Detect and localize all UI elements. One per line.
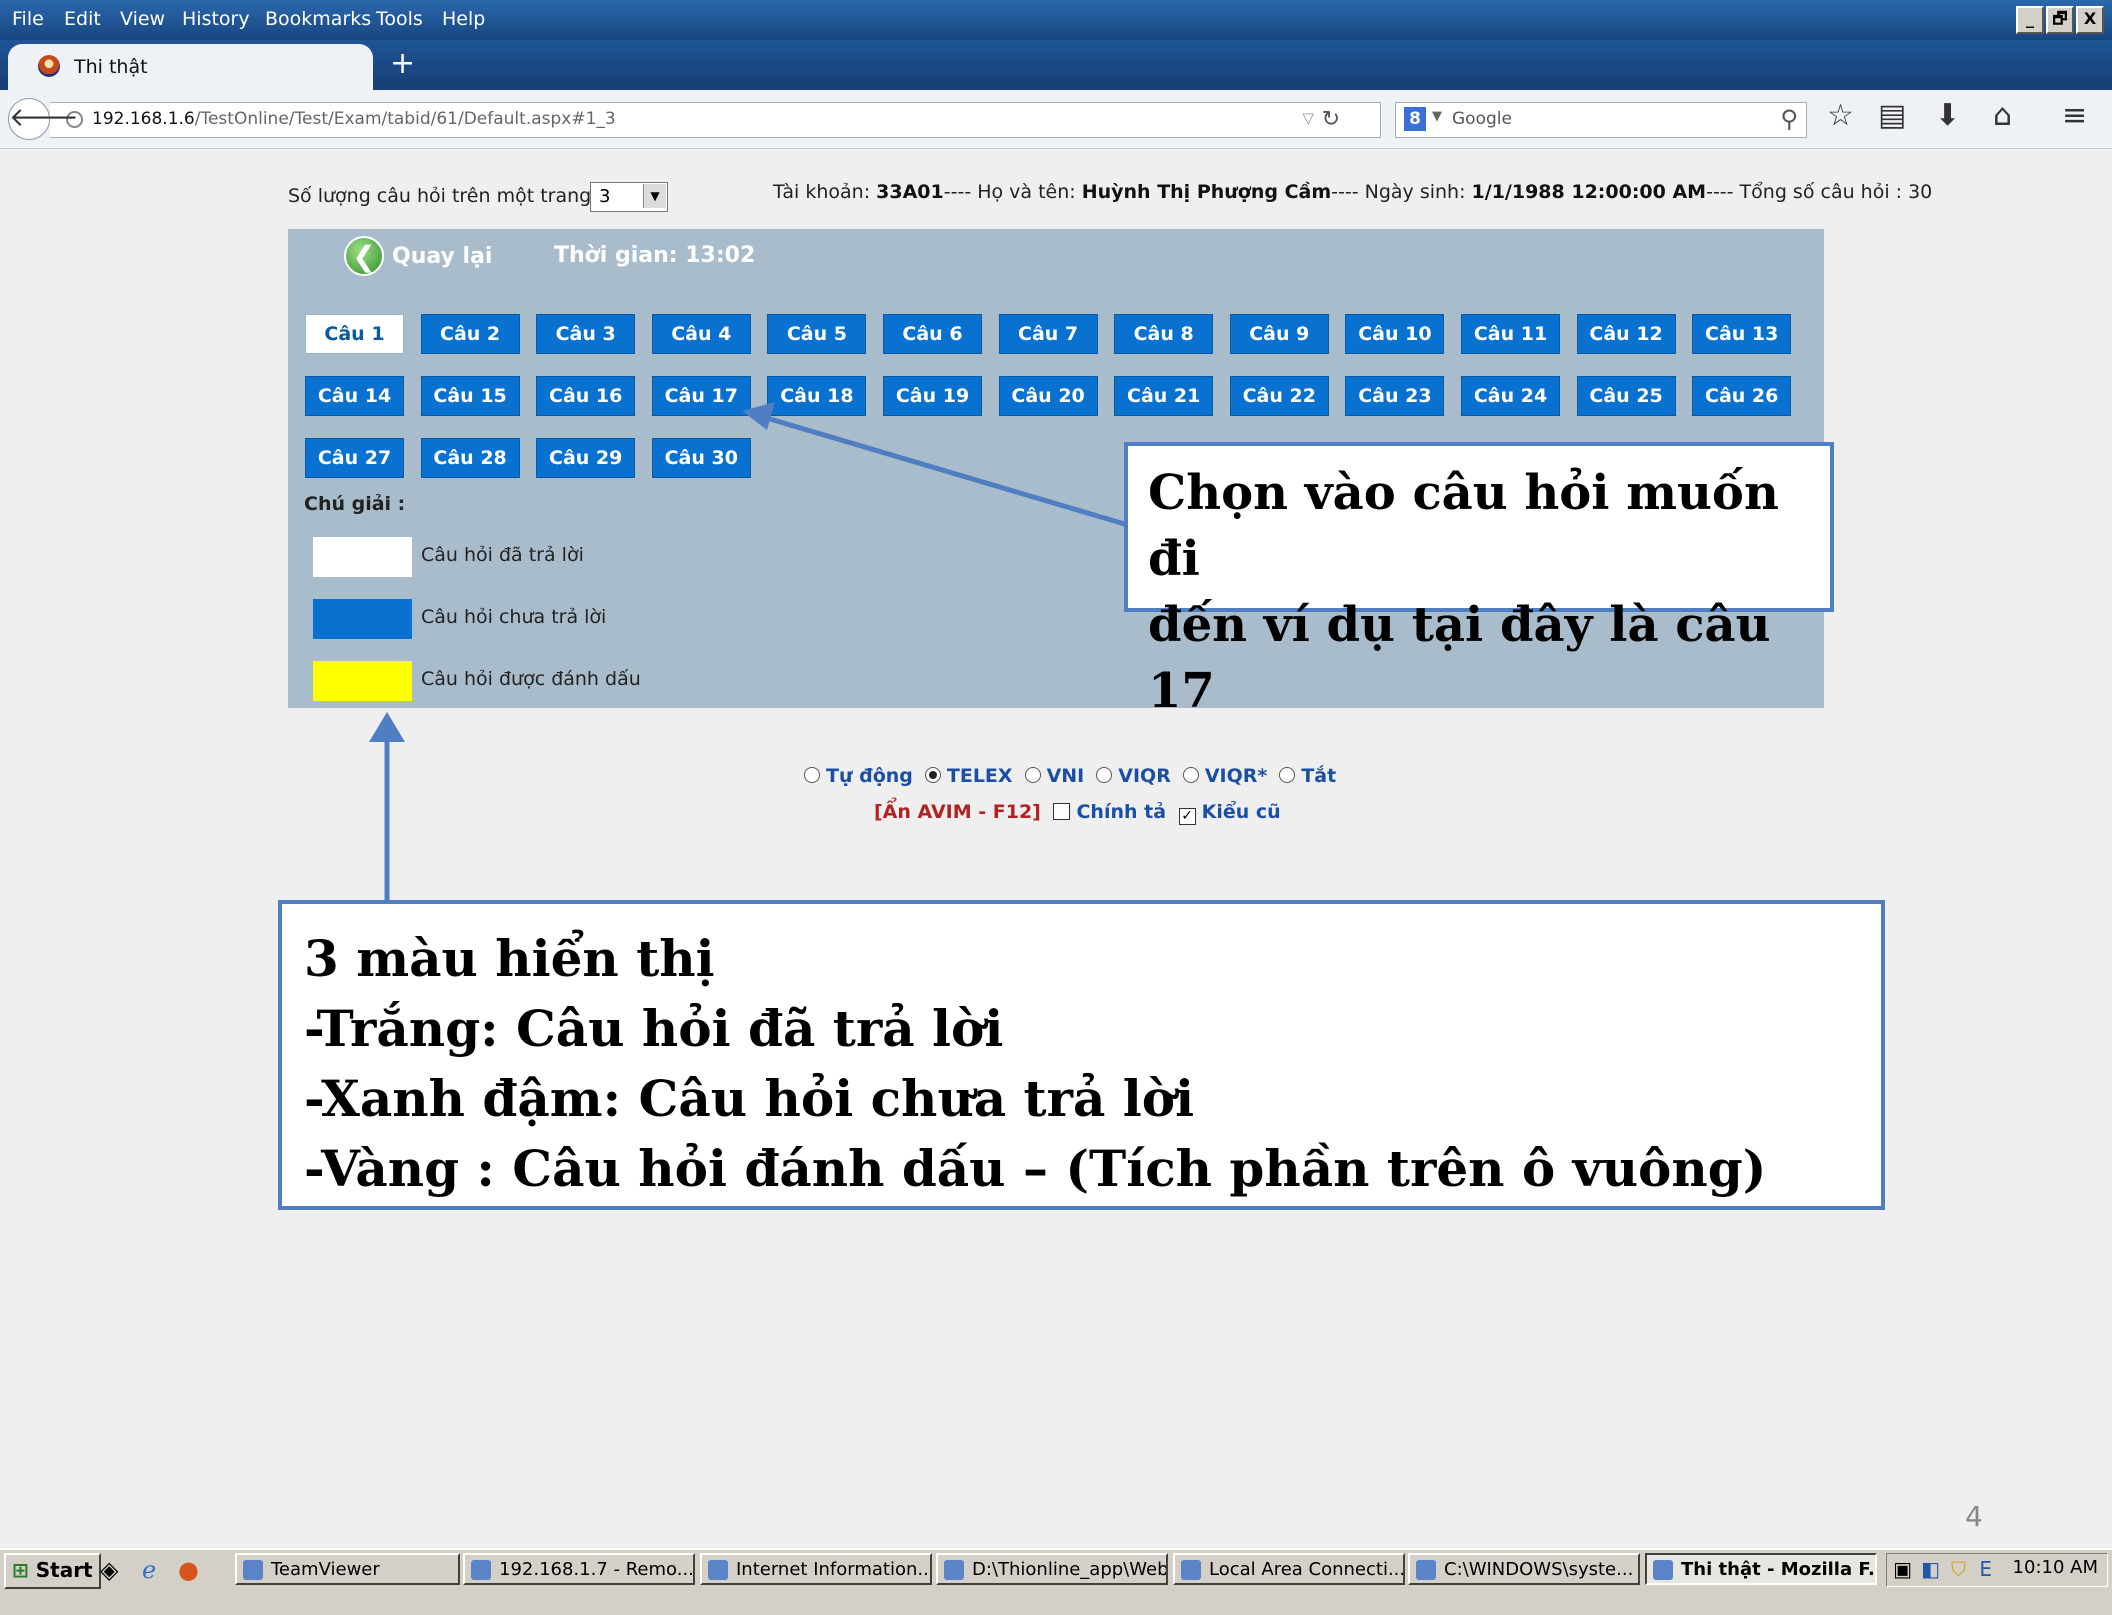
taskbar-button[interactable]: TeamViewer [235,1553,460,1585]
tray-app-icon[interactable]: ◧ [1921,1557,1940,1581]
taskbar-button[interactable]: Thi thật - Mozilla F... [1645,1553,1877,1585]
taskbar-button-label: Internet Information... [736,1559,932,1580]
taskbar-button-label: TeamViewer [271,1559,380,1580]
callout2-line: -Xanh đậm: Câu hỏi chưa trả lời [304,1069,1195,1128]
app-icon [243,1560,263,1580]
app-icon [1416,1560,1436,1580]
app-icon [708,1560,728,1580]
show-desktop-icon[interactable]: ◈ [100,1556,118,1584]
callout2-line: -Vàng : Câu hỏi đánh dấu – (Tích phần tr… [304,1139,1767,1198]
taskbar-button-label: C:\WINDOWS\syste... [1444,1559,1634,1580]
taskbar-button[interactable]: C:\WINDOWS\syste... [1408,1553,1640,1585]
annotation-arrows [369,402,1129,900]
callout1-line: đến ví dụ tại đây là câu 17 [1148,597,1771,719]
taskbar-button-label: 192.168.1.7 - Remo... [499,1559,694,1580]
taskbar-button-label: D:\Thionline_app\Web [972,1559,1168,1580]
tray-network-icon[interactable]: ▣ [1893,1557,1912,1581]
callout-colors: 3 màu hiển thị -Trắng: Câu hỏi đã trả lờ… [278,900,1885,1210]
app-icon [944,1560,964,1580]
firefox-icon[interactable]: ● [178,1556,199,1584]
callout2-line: 3 màu hiển thị [304,929,715,988]
start-button[interactable]: ⊞ Start [4,1553,101,1589]
arrowhead-question-17 [742,402,775,430]
callout-select-question: Chọn vào câu hỏi muốn đi đến ví dụ tại đ… [1124,442,1834,719]
taskbar-button[interactable]: D:\Thionline_app\Web [936,1553,1168,1585]
clock: 10:10 AM [2012,1557,2098,1578]
tray-language-icon[interactable]: E [1979,1557,1992,1581]
app-icon [1181,1560,1201,1580]
taskbar-button[interactable]: Local Area Connecti... [1173,1553,1405,1585]
start-label: Start [35,1558,93,1582]
internet-explorer-icon[interactable]: ℯ [142,1556,156,1584]
arrowhead-legend [369,712,405,742]
callout2-line: -Trắng: Câu hỏi đã trả lời [304,999,1004,1058]
windows-logo-icon: ⊞ [12,1558,29,1582]
slide-number: 4 [1965,1500,1983,1533]
app-icon [471,1560,491,1580]
tray-shield-icon[interactable]: ⛉ [1951,1557,1966,1581]
callout1-line: Chọn vào câu hỏi muốn đi [1148,465,1779,587]
taskbar-button[interactable]: Internet Information... [700,1553,932,1585]
taskbar-button-label: Local Area Connecti... [1209,1559,1405,1580]
taskbar-button-label: Thi thật - Mozilla F... [1681,1559,1877,1580]
app-icon [1653,1560,1673,1580]
arrow-to-question-17 [759,413,1129,528]
taskbar-button[interactable]: 192.168.1.7 - Remo... [463,1553,695,1585]
